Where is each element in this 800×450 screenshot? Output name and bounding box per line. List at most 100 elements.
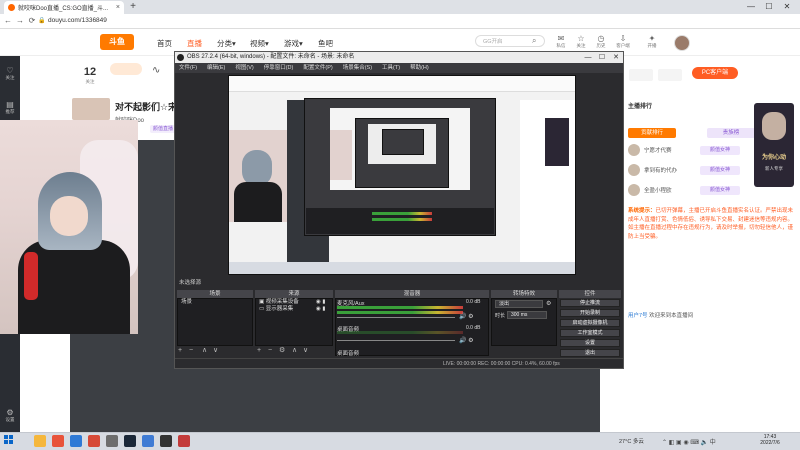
weather-widget[interactable]: 27°C 多云 — [619, 437, 644, 445]
rank-tab-noble[interactable]: 贵族榜 — [707, 128, 755, 138]
source-settings-button[interactable]: ⚙ — [279, 347, 285, 355]
obs-menu-scene-collection[interactable]: 场景集合(S) — [343, 63, 372, 73]
obs-menu-view[interactable]: 视图(V) — [235, 63, 253, 73]
douyu-logo[interactable]: 斗鱼 — [100, 34, 134, 50]
header-history[interactable]: ◷ 历史 — [594, 34, 608, 49]
obs-close-button[interactable]: ✕ — [610, 52, 622, 63]
windows-start-icon[interactable] — [4, 435, 14, 445]
taskbar-app-icon[interactable] — [142, 435, 154, 447]
scenes-list[interactable]: 场景 — [177, 298, 253, 346]
taskbar-app-icon[interactable] — [106, 435, 118, 447]
browser-tab[interactable]: 就咬咪Doo直播_CS:GO直播_斗... × — [4, 1, 124, 14]
volume-slider[interactable] — [337, 340, 455, 341]
pc-client-button[interactable]: PC客户端 — [692, 67, 738, 79]
share-icon[interactable] — [629, 69, 653, 81]
nav-game-label: 游戏 — [284, 39, 299, 48]
search-icon[interactable]: ⌕ — [532, 36, 536, 46]
report-icon[interactable] — [658, 69, 682, 81]
scene-up-button[interactable]: ∧ — [202, 347, 207, 355]
transition-gear-icon[interactable]: ⚙ — [546, 300, 551, 307]
header-follow[interactable]: ☆ 关注 — [574, 34, 588, 49]
chat-username[interactable]: 用户7号 — [628, 313, 648, 319]
chevron-down-icon: ▾ — [232, 39, 236, 48]
tray-icons[interactable]: ⌃ ◧ ▣ ◉ ⌨ 🔈 中 — [662, 437, 716, 446]
rank-row[interactable]: 拿到有的代办 — [628, 164, 677, 176]
reload-icon[interactable]: ⟳ — [26, 15, 38, 27]
source-add-button[interactable]: + — [257, 347, 261, 355]
rank-tab-contribution[interactable]: 贡献排行 — [628, 128, 676, 138]
scene-remove-button[interactable]: − — [189, 347, 193, 355]
room-category[interactable]: 颜值直播 — [150, 125, 177, 133]
taskbar-app-icon[interactable] — [178, 435, 190, 447]
obs-menu-docks[interactable]: 停靠窗口(D) — [264, 63, 294, 73]
sources-dock-header: 来源 — [255, 290, 333, 298]
duration-label: 时长 — [495, 313, 506, 319]
taskbar-app-icon[interactable] — [160, 435, 172, 447]
source-up-button[interactable]: ∧ — [292, 347, 297, 355]
scene-down-button[interactable]: ∨ — [213, 347, 218, 355]
tab-close-icon[interactable]: × — [116, 4, 120, 11]
source-down-button[interactable]: ∨ — [303, 347, 308, 355]
start-recording-button[interactable]: 开始录制 — [560, 309, 620, 317]
obs-menu-edit[interactable]: 编辑(E) — [207, 63, 225, 73]
clock[interactable]: 17:43 2022/7/6 — [755, 434, 785, 446]
new-tab-button[interactable]: + — [127, 1, 139, 13]
sidebar-item-settings[interactable]: ⚙ 设置 — [0, 408, 20, 423]
studio-mode-button[interactable]: 工作室模式 — [560, 329, 620, 337]
preview-browser-header — [229, 76, 575, 92]
rank-row[interactable]: 全盈小程欧 — [628, 184, 672, 196]
activity-icon[interactable]: ∿ — [152, 65, 160, 76]
follow-icon: ♡ — [6, 66, 14, 75]
transition-select[interactable]: 淡出 — [495, 300, 543, 308]
window-maximize-button[interactable]: ☐ — [762, 1, 776, 13]
obs-menu-file[interactable]: 文件(F) — [179, 63, 197, 73]
source-remove-button[interactable]: − — [268, 347, 272, 355]
nav-video[interactable]: 视频▾ — [250, 38, 269, 49]
promo-title: 为你心动 — [761, 155, 786, 161]
nav-category-label: 分类 — [217, 39, 232, 48]
obs-maximize-button[interactable]: ☐ — [596, 52, 608, 63]
nav-home[interactable]: 首页 — [157, 38, 172, 49]
taskbar-app-icon[interactable] — [88, 435, 100, 447]
url-field[interactable]: douyu.com/1336849 — [48, 16, 348, 26]
volume-slider[interactable] — [337, 317, 455, 318]
speaker-icon[interactable]: 🔊 ⚙ — [459, 313, 474, 320]
nav-game[interactable]: 游戏▾ — [284, 38, 303, 49]
taskbar-app-icon[interactable] — [34, 435, 46, 447]
nav-category[interactable]: 分类▾ — [217, 38, 236, 49]
stop-streaming-button[interactable]: 停止推流 — [560, 299, 620, 307]
forward-icon[interactable]: → — [14, 15, 26, 27]
nav-yuba[interactable]: 鱼吧 — [318, 38, 333, 49]
sidebar-item-recommend[interactable]: ▤ 推荐 — [0, 100, 20, 115]
taskbar-app-icon[interactable] — [124, 435, 136, 447]
chat-system-notice: 系统提示：已切开弹幕，主播已开启斗鱼直播实名认证。严禁出现未成年人直播打赏、色情… — [628, 208, 794, 240]
obs-minimize-button[interactable]: — — [582, 52, 594, 63]
nav-live[interactable]: 直播 — [187, 38, 202, 49]
mixer-channel-db: 0.0 dB — [466, 325, 481, 331]
window-minimize-button[interactable]: — — [744, 1, 758, 13]
header-client[interactable]: ⇩ 客户端 — [616, 34, 630, 49]
back-icon[interactable]: ← — [2, 15, 14, 27]
taskbar-app-icon[interactable] — [52, 435, 64, 447]
scene-item[interactable]: 场景 — [178, 299, 252, 306]
obs-menu-tools[interactable]: 工具(T) — [382, 63, 400, 73]
eye-icon[interactable]: ◉ ▮ — [316, 299, 325, 305]
avatar[interactable] — [674, 35, 690, 51]
virtual-camera-button[interactable]: 启动虚拟摄像机 — [560, 319, 620, 327]
duration-input[interactable]: 300 ms — [507, 311, 547, 319]
speaker-icon[interactable]: 🔊 ⚙ — [459, 337, 474, 344]
nav-video-label: 视频 — [250, 39, 265, 48]
rank-row[interactable]: 宁愿才代赛 — [628, 144, 672, 156]
header-broadcast[interactable]: ✦ 开播 — [645, 34, 659, 49]
eye-icon[interactable]: ◉ ▮ — [316, 306, 325, 312]
taskbar-app-icon[interactable] — [70, 435, 82, 447]
exit-button[interactable]: 退出 — [560, 349, 620, 357]
obs-menu-profile[interactable]: 配置文件(P) — [303, 63, 332, 73]
rank-title: 主播排行 — [628, 104, 653, 110]
settings-button[interactable]: 设置 — [560, 339, 620, 347]
obs-menu-help[interactable]: 帮助(H) — [410, 63, 429, 73]
window-close-button[interactable]: ✕ — [780, 1, 794, 13]
header-mail[interactable]: ✉ 私信 — [554, 34, 568, 49]
sidebar-item-follow[interactable]: ♡ 关注 — [0, 66, 20, 81]
scene-add-button[interactable]: + — [178, 347, 182, 355]
